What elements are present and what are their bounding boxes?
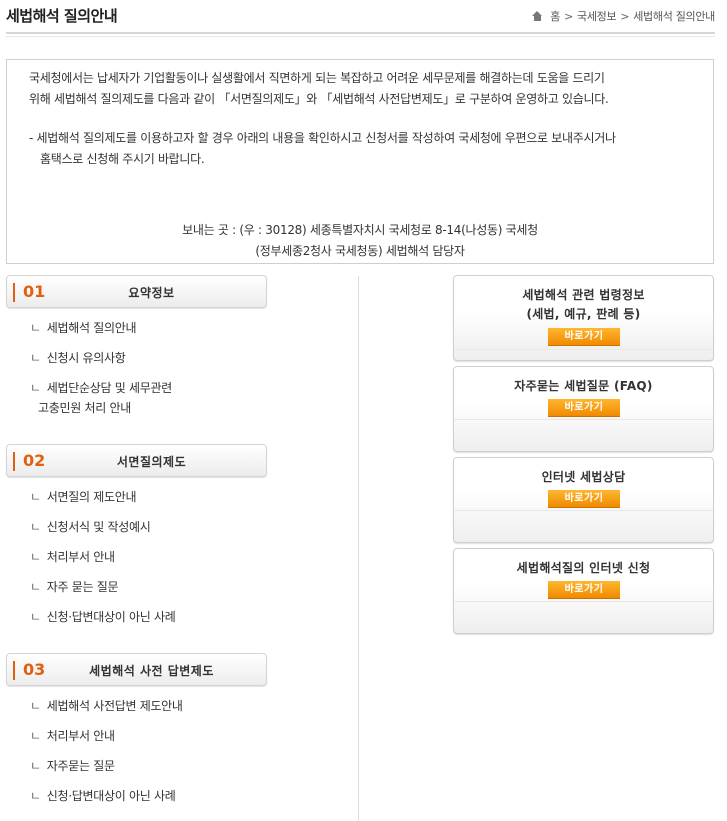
sub-link-label: 신청서식 및 작성예시 — [46, 520, 151, 534]
sub-marker: ㄴ — [30, 550, 41, 564]
sub-marker: ㄴ — [30, 729, 41, 743]
sub-marker: ㄴ — [30, 610, 41, 624]
intro-paragraph: 국세청에서는 납세자가 기업활동이나 실생활에서 직면하게 되는 복잡하고 어려… — [29, 68, 699, 110]
section-number: 01 — [23, 282, 46, 301]
section-header-advance-ruling: 03 세법해석 사전 답변제도 — [6, 653, 267, 686]
accent-bar — [13, 452, 15, 471]
intro-line: 국세청에서는 납세자가 기업활동이나 실생활에서 직면하게 되는 복잡하고 어려… — [29, 71, 605, 85]
sub-link-label: 서면질의 제도안내 — [46, 490, 137, 504]
card-title: 인터넷 세법상담 — [541, 470, 626, 484]
intro-line: 위해 세법해석 질의제도를 다음과 같이 「서면질의제도」와 「세법해석 사전답… — [29, 92, 609, 106]
address-line: (정부세종2청사 국세청동) 세법해석 담당자 — [255, 244, 465, 258]
sub-link-label-continued: 고충민원 처리 안내 — [38, 401, 131, 415]
sub-link-written-guide[interactable]: ㄴ 서면질의 제도안내 — [30, 487, 136, 507]
sub-marker: ㄴ — [30, 490, 41, 504]
sub-marker: ㄴ — [30, 699, 41, 713]
sub-link-simple-consultation[interactable]: ㄴ 세법단순상담 및 세무관련고충민원 처리 안내 — [30, 378, 172, 418]
card-title-line: (세법, 예규, 판례 등) — [526, 307, 641, 321]
sub-marker: ㄴ — [30, 351, 41, 365]
card-separator — [454, 510, 713, 511]
header-divider-thin — [6, 36, 715, 37]
address-line: 보내는 곳 : (우 : 30128) 세종특별자치시 국세청로 8-14(나성… — [182, 223, 538, 237]
sub-link-precautions[interactable]: ㄴ 신청시 유의사항 — [30, 348, 126, 368]
header-divider — [6, 32, 715, 34]
breadcrumb-current: 세법해석 질의안내 — [633, 10, 715, 23]
sub-marker: ㄴ — [30, 580, 41, 594]
card-separator — [454, 349, 713, 350]
card-faq: 자주묻는 세법질문 (FAQ) 바로가기 — [453, 366, 714, 452]
sub-marker: ㄴ — [30, 759, 41, 773]
sub-link-label: 자주 묻는 질문 — [46, 580, 119, 594]
chevron-right-icon: > — [564, 9, 574, 23]
sub-link-inquiry-guide[interactable]: ㄴ 세법해석 질의안내 — [30, 318, 136, 338]
column-divider — [358, 276, 359, 821]
chevron-right-icon: > — [620, 9, 630, 23]
sub-link-label: 세법단순상담 및 세무관련 — [46, 381, 172, 395]
sub-link-advance-guide[interactable]: ㄴ 세법해석 사전답변 제도안내 — [30, 696, 183, 716]
home-icon[interactable] — [532, 11, 543, 21]
go-button-internet-application[interactable]: 바로가기 — [548, 581, 620, 599]
card-title: 자주묻는 세법질문 (FAQ) — [514, 379, 653, 393]
sub-marker: ㄴ — [30, 789, 41, 803]
card-separator — [454, 601, 713, 602]
section-header-written-inquiry: 02 서면질의제도 — [6, 444, 267, 477]
breadcrumb-home[interactable]: 홈 — [550, 8, 560, 24]
page-title: 세법해석 질의안내 — [6, 7, 118, 25]
section-number: 03 — [23, 660, 46, 679]
go-button-legal-info[interactable]: 바로가기 — [548, 328, 620, 346]
sub-link-label: 처리부서 안내 — [46, 729, 115, 743]
instruction-line: - 세법해석 질의제도를 이용하고자 할 경우 아래의 내용을 확인하시고 신청… — [29, 131, 616, 145]
sub-link-advance-department[interactable]: ㄴ 처리부서 안내 — [30, 726, 115, 746]
card-legal-info: 세법해석 관련 법령정보 (세법, 예규, 판례 등) 바로가기 — [453, 275, 714, 361]
sub-link-department[interactable]: ㄴ 처리부서 안내 — [30, 547, 115, 567]
sub-link-forms[interactable]: ㄴ 신청서식 및 작성예시 — [30, 517, 151, 537]
sub-marker: ㄴ — [30, 321, 41, 335]
section-header-summary: 01 요약정보 — [6, 275, 267, 308]
sub-link-advance-faq[interactable]: ㄴ 자주묻는 질문 — [30, 756, 115, 776]
sub-link-advance-exclusions[interactable]: ㄴ 신청·답변대상이 아닌 사례 — [30, 786, 176, 806]
sub-link-label: 자주묻는 질문 — [46, 759, 115, 773]
card-title-line: 세법해석 관련 법령정보 — [522, 288, 645, 302]
sub-link-label: 신청시 유의사항 — [46, 351, 126, 365]
sub-marker: ㄴ — [30, 381, 41, 395]
sub-link-label: 세법해석 사전답변 제도안내 — [46, 699, 183, 713]
card-title: 세법해석질의 인터넷 신청 — [516, 561, 651, 575]
sub-link-faq[interactable]: ㄴ 자주 묻는 질문 — [30, 577, 119, 597]
card-title: 세법해석 관련 법령정보 (세법, 예규, 판례 등) — [454, 286, 713, 324]
instruction-paragraph: - 세법해석 질의제도를 이용하고자 할 경우 아래의 내용을 확인하시고 신청… — [29, 128, 699, 170]
section-title: 요약정보 — [128, 286, 175, 300]
go-button-internet-consult[interactable]: 바로가기 — [548, 490, 620, 508]
sub-link-label: 처리부서 안내 — [46, 550, 115, 564]
go-button-faq[interactable]: 바로가기 — [548, 399, 620, 417]
card-separator — [454, 419, 713, 420]
accent-bar — [13, 661, 15, 680]
sub-link-label: 신청·답변대상이 아닌 사례 — [46, 610, 176, 624]
accent-bar — [13, 283, 15, 302]
breadcrumb-tax-info[interactable]: 국세정보 — [577, 8, 617, 24]
sub-link-label: 신청·답변대상이 아닌 사례 — [46, 789, 176, 803]
sub-link-label: 세법해석 질의안내 — [46, 321, 137, 335]
section-number: 02 — [23, 451, 46, 470]
info-box: 국세청에서는 납세자가 기업활동이나 실생활에서 직면하게 되는 복잡하고 어려… — [6, 59, 714, 264]
section-title: 서면질의제도 — [116, 455, 187, 469]
breadcrumb: 홈 > 국세정보 > 세법해석 질의안내 — [532, 8, 715, 24]
card-internet-consult: 인터넷 세법상담 바로가기 — [453, 457, 714, 543]
instruction-line: 홈택스로 신청해 주시기 바랍니다. — [40, 152, 205, 166]
sub-link-exclusions[interactable]: ㄴ 신청·답변대상이 아닌 사례 — [30, 607, 176, 627]
sub-marker: ㄴ — [30, 520, 41, 534]
section-title: 세법해석 사전 답변제도 — [89, 664, 214, 678]
mailing-address: 보내는 곳 : (우 : 30128) 세종특별자치시 국세청로 8-14(나성… — [7, 220, 713, 262]
card-internet-application: 세법해석질의 인터넷 신청 바로가기 — [453, 548, 714, 634]
